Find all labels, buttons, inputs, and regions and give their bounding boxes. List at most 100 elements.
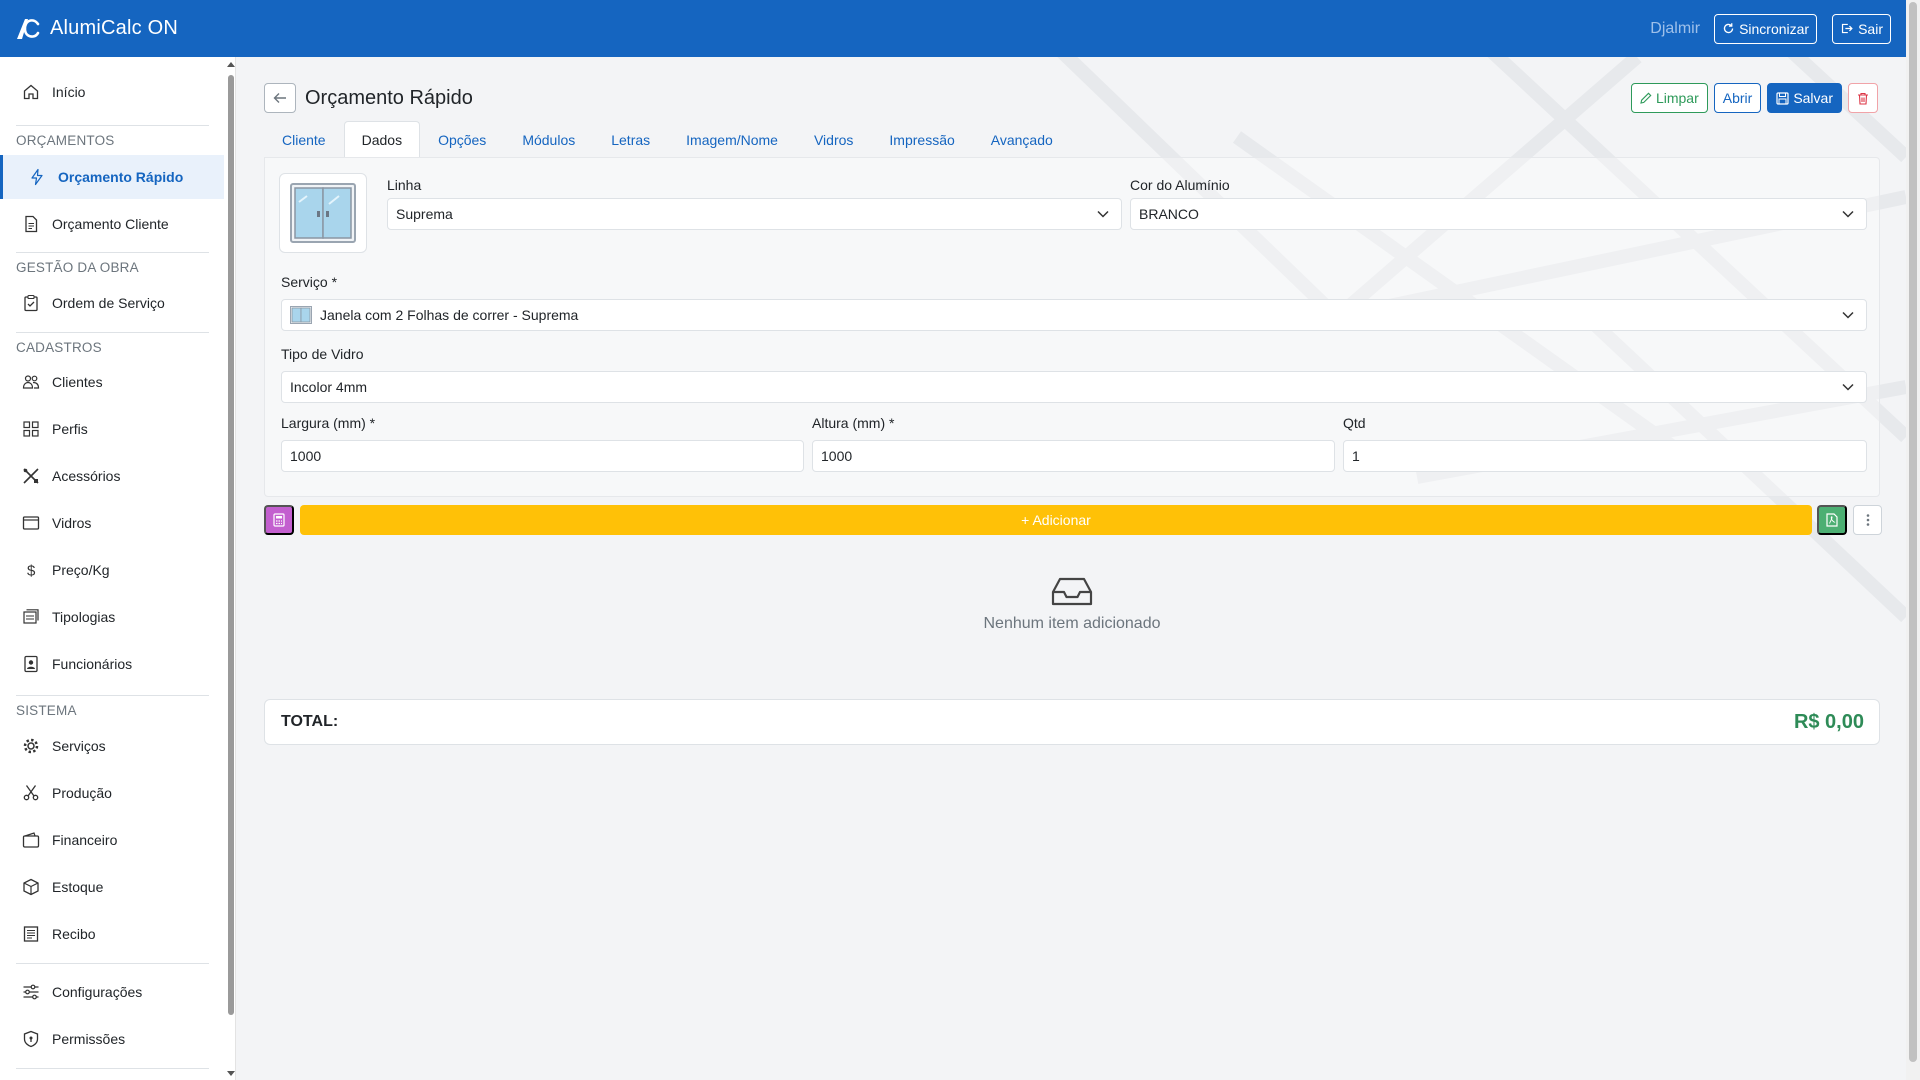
scroll-down-arrow-icon[interactable] xyxy=(227,1071,235,1076)
sync-button[interactable]: Sincronizar xyxy=(1714,13,1818,44)
sidebar-item-preco-kg[interactable]: $ Preço/Kg xyxy=(0,548,224,592)
dollar-icon: $ xyxy=(27,563,36,580)
linha-select[interactable]: Suprema xyxy=(387,198,1122,230)
section-title: CADASTROS xyxy=(16,340,102,355)
app-title: AlumiCalc ON xyxy=(50,17,178,39)
empty-state: Nenhum item adicionado xyxy=(264,577,1880,633)
sidebar-item-perfis[interactable]: Perfis xyxy=(0,407,224,451)
tab-cliente[interactable]: Cliente xyxy=(264,121,344,158)
sidebar-item-label: Produção xyxy=(52,785,112,801)
sidebar-item-orcamento-rapido[interactable]: Orçamento Rápido xyxy=(0,155,224,199)
sidebar-item-label: Estoque xyxy=(52,879,104,895)
window-icon xyxy=(22,516,40,530)
logout-icon xyxy=(1842,23,1853,34)
sidebar-item-producao[interactable]: Produção xyxy=(0,771,224,815)
cor-select[interactable]: BRANCO xyxy=(1130,198,1867,230)
largura-value: 1000 xyxy=(290,448,322,464)
sidebar-item-label: Acessórios xyxy=(52,468,121,484)
calculator-button[interactable] xyxy=(264,505,294,535)
tab-vidros[interactable]: Vidros xyxy=(796,121,871,158)
box-icon xyxy=(23,878,39,896)
tab-dados[interactable]: Dados xyxy=(343,121,421,158)
sidebar-item-recibo[interactable]: Recibo xyxy=(0,912,224,956)
tools-icon xyxy=(23,468,39,484)
window-scrollbar[interactable] xyxy=(1906,0,1920,1080)
tab-avancado[interactable]: Avançado xyxy=(973,121,1071,158)
tab-letras[interactable]: Letras xyxy=(593,121,668,158)
sidebar-item-ordem-servico[interactable]: Ordem de Serviço xyxy=(0,281,224,325)
sidebar-item-financeiro[interactable]: Financeiro xyxy=(0,818,224,862)
page-title: Orçamento Rápido xyxy=(305,86,473,109)
qtd-input[interactable]: 1 xyxy=(1343,440,1867,472)
sidebar-item-vidros[interactable]: Vidros xyxy=(0,501,224,545)
save-button[interactable]: Salvar xyxy=(1767,83,1842,113)
sidebar-item-funcionarios[interactable]: Funcionários xyxy=(0,642,224,686)
tipo-vidro-value: Incolor 4mm xyxy=(290,379,368,395)
tab-imagem-nome[interactable]: Imagem/Nome xyxy=(668,121,796,158)
divider xyxy=(16,1068,209,1069)
save-label: Salvar xyxy=(1793,90,1833,106)
add-row: + Adicionar xyxy=(264,505,1882,537)
chevron-down-icon xyxy=(1842,210,1854,218)
scrollbar-thumb[interactable] xyxy=(228,75,234,1015)
sidebar-item-home[interactable]: Início xyxy=(0,70,224,114)
section-title: ORÇAMENTOS xyxy=(16,133,115,148)
three-dots-vertical-icon xyxy=(1866,514,1869,526)
divider xyxy=(16,695,209,696)
clear-button[interactable]: Limpar xyxy=(1630,83,1708,113)
brand[interactable]: AlumiCalc ON xyxy=(14,15,178,43)
logout-label: Sair xyxy=(1858,20,1883,37)
sidebar-item-clientes[interactable]: Clientes xyxy=(0,360,224,404)
servico-value: Janela com 2 Folhas de correr - Suprema xyxy=(320,307,579,323)
tipo-vidro-select[interactable]: Incolor 4mm xyxy=(281,371,1867,403)
shield-icon xyxy=(23,1030,39,1048)
altura-input[interactable]: 1000 xyxy=(812,440,1335,472)
sidebar-item-permissoes[interactable]: Permissões xyxy=(0,1017,224,1061)
sidebar-item-label: Permissões xyxy=(52,1031,126,1047)
chevron-down-icon xyxy=(1842,383,1854,391)
total-label: TOTAL: xyxy=(281,713,339,730)
arrow-left-icon xyxy=(273,93,286,103)
logout-button[interactable]: Sair xyxy=(1832,13,1891,44)
window-thumbnail xyxy=(279,173,367,253)
sidebar-item-acessorios[interactable]: Acessórios xyxy=(0,454,224,498)
open-button[interactable]: Abrir xyxy=(1713,83,1762,113)
sidebar-item-label: Orçamento Cliente xyxy=(52,216,169,232)
sidebar-item-servicos[interactable]: Serviços xyxy=(0,724,224,768)
sliders-icon xyxy=(23,984,39,1000)
divider xyxy=(16,252,209,253)
largura-input[interactable]: 1000 xyxy=(281,440,804,472)
servico-select[interactable]: Janela com 2 Folhas de correr - Suprema xyxy=(281,299,1867,331)
servico-label: Serviço * xyxy=(281,274,338,290)
add-button[interactable]: + Adicionar xyxy=(300,505,1812,535)
top-navbar: AlumiCalc ON Djalmir Sincronizar Sair xyxy=(0,0,1906,57)
sidebar-item-label: Recibo xyxy=(52,926,96,942)
sidebar-item-orcamento-cliente[interactable]: Orçamento Cliente xyxy=(0,202,224,246)
svg-text:$: $ xyxy=(27,563,36,580)
largura-label: Largura (mm) * xyxy=(281,415,376,431)
receipt-icon xyxy=(23,926,39,942)
sidebar-item-tipologias[interactable]: Tipologias xyxy=(0,595,224,639)
sliding-window-icon xyxy=(290,306,312,324)
scroll-up-arrow-icon[interactable] xyxy=(227,62,235,67)
sidebar-item-estoque[interactable]: Estoque xyxy=(0,865,224,909)
window-scrollbar-thumb[interactable] xyxy=(1909,2,1917,1062)
pdf-button[interactable] xyxy=(1817,505,1847,535)
delete-button[interactable] xyxy=(1848,83,1878,113)
sidebar-scrollbar[interactable] xyxy=(226,57,235,1080)
lightning-icon xyxy=(31,168,43,186)
section-title: SISTEMA xyxy=(16,703,77,718)
tab-impressao[interactable]: Impressão xyxy=(871,121,972,158)
app-logo-icon xyxy=(17,18,40,39)
floppy-disk-icon xyxy=(1776,91,1789,105)
badge-icon xyxy=(24,655,38,673)
tab-opcoes[interactable]: Opções xyxy=(420,121,504,158)
empty-state-text: Nenhum item adicionado xyxy=(983,615,1161,632)
back-button[interactable] xyxy=(264,83,296,113)
more-options-button[interactable] xyxy=(1853,505,1882,535)
people-icon xyxy=(22,375,40,389)
chevron-down-icon xyxy=(1842,311,1854,319)
qtd-label: Qtd xyxy=(1343,415,1366,431)
sidebar-item-configuracoes[interactable]: Configurações xyxy=(0,970,224,1014)
tab-modulos[interactable]: Módulos xyxy=(504,121,593,158)
